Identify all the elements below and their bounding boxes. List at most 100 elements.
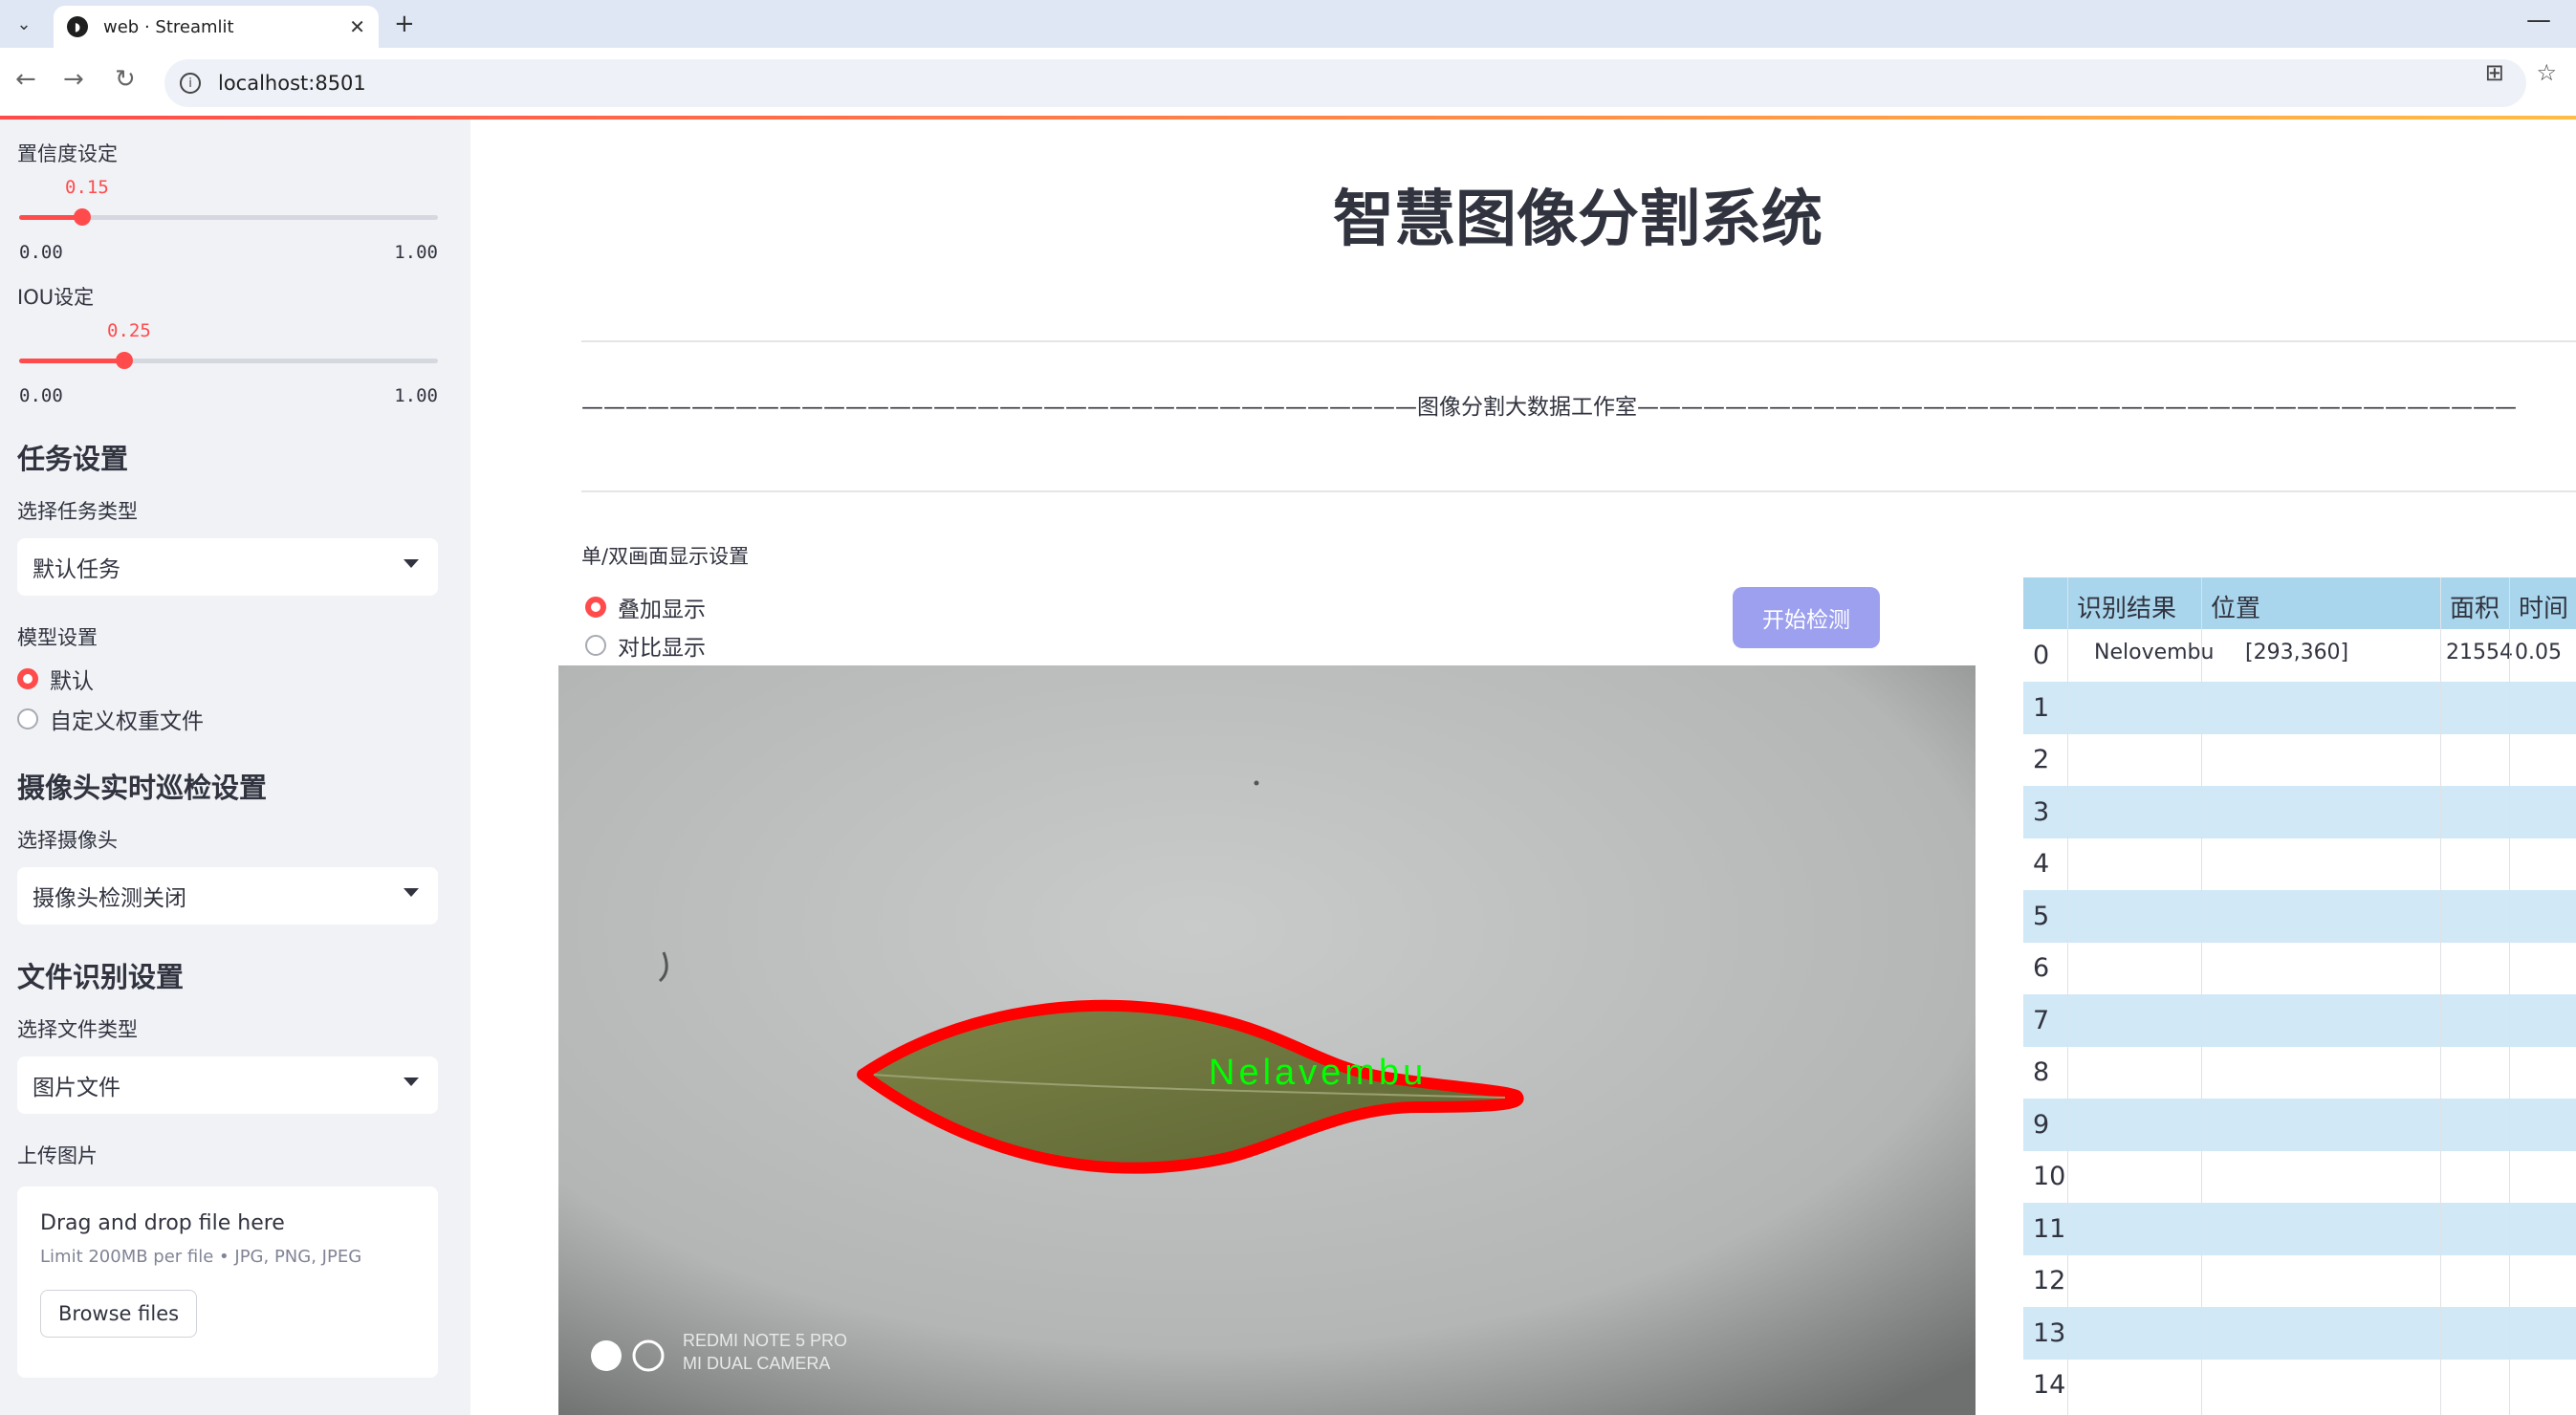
task-type-value: 默认任务 [33,557,120,582]
row-index: 5 [2033,901,2050,931]
row-index: 1 [2033,692,2050,723]
translate-icon[interactable]: ⊞ [2485,59,2504,86]
dropzone-text: Drag and drop file here [40,1211,285,1235]
row-index: 6 [2033,953,2050,983]
divider [581,490,2576,492]
browser-toolbar: ← → ↻ i localhost:8501 ⊞ ☆ [0,48,2576,117]
column-divider [2201,577,2202,1415]
iou-thumb[interactable] [115,352,133,369]
table-header: 识别结果 位置 面积 时间 [2023,577,2576,629]
result-cell: Nelovembu [2094,641,2215,664]
table-row[interactable]: 12 [2023,1254,2576,1307]
column-divider [2067,577,2068,1415]
model-option-default[interactable]: 默认 [17,663,438,695]
row-index: 11 [2033,1213,2066,1244]
model-option-label: 自定义权重文件 [50,709,204,734]
browser-tab[interactable]: ◗ web · Streamlit ✕ [54,6,379,48]
row-index: 12 [2033,1266,2066,1295]
sidebar: 置信度设定 0.15 0.00 1.00 IOU设定 0.25 0.00 1.0… [0,120,470,1415]
iou-track[interactable] [19,352,438,369]
divider [581,340,2576,342]
column-divider [2509,577,2510,1415]
table-row[interactable]: 0 Nelovembu [293,360] 21554 0.05 [2023,629,2576,682]
results-table[interactable]: 识别结果 位置 面积 时间 0 Nelovembu [293,360] 21554 0.… [2023,577,2576,1415]
column-header-area[interactable]: 面积 [2450,589,2500,624]
camera-dot-icon [591,1340,622,1371]
reload-icon[interactable]: ↻ [115,65,136,94]
row-index: 8 [2033,1057,2050,1087]
radio-unselected-icon[interactable] [17,708,38,729]
row-index: 2 [2033,745,2050,774]
segmentation-result-image: Nelavembu REDMI NOTE 5 PRO MI DUAL CAMER… [558,665,1976,1415]
display-option-label: 叠加显示 [618,598,706,622]
start-detection-button[interactable]: 开始检测 [1733,587,1880,648]
radio-unselected-icon[interactable] [585,635,606,656]
column-header-result[interactable]: 识别结果 [2077,589,2176,624]
upload-label: 上传图片 [17,1144,98,1167]
iou-fill [19,359,124,363]
table-row[interactable]: 6 [2023,942,2576,994]
page-title: 智慧图像分割系统 [1333,185,1823,255]
chevron-down-icon [404,888,419,897]
row-index: 13 [2033,1317,2066,1348]
table-row[interactable]: 10 [2023,1150,2576,1203]
column-header-position[interactable]: 位置 [2211,589,2260,624]
row-index: 14 [2033,1370,2066,1400]
browser-tab-bar: ⌄ ◗ web · Streamlit ✕ + — [0,0,2576,48]
row-index: 3 [2033,796,2050,827]
site-info-icon[interactable]: i [180,73,201,94]
table-row[interactable]: 9 [2023,1098,2576,1151]
url-text[interactable]: localhost:8501 [218,72,366,95]
bookmark-star-icon[interactable]: ☆ [2536,59,2557,86]
table-row[interactable]: 1 [2023,681,2576,734]
table-row[interactable]: 4 [2023,838,2576,890]
table-row[interactable]: 13 [2023,1306,2576,1360]
file-select-label: 选择文件类型 [17,1018,138,1041]
back-icon[interactable]: ← [15,65,36,94]
file-heading: 文件识别设置 [17,961,185,993]
new-tab-icon[interactable]: + [394,10,415,38]
file-dropzone[interactable]: Drag and drop file here Limit 200MB per … [17,1186,438,1378]
detection-image: Nelavembu REDMI NOTE 5 PRO MI DUAL CAMER… [558,665,1976,1415]
task-select-label: 选择任务类型 [17,500,138,523]
table-row[interactable]: 11 [2023,1202,2576,1255]
task-heading: 任务设置 [17,443,129,475]
row-index: 9 [2033,1109,2050,1140]
file-type-select[interactable]: 图片文件 [17,1056,438,1114]
table-row[interactable]: 5 [2023,889,2576,943]
close-tab-icon[interactable]: ✕ [349,15,365,38]
browse-files-button[interactable]: Browse files [40,1290,198,1338]
table-row[interactable]: 14 [2023,1359,2576,1411]
task-type-select[interactable]: 默认任务 [17,538,438,596]
dropzone-limit: Limit 200MB per file • JPG, PNG, JPEG [40,1247,362,1267]
time-cell: 0.05 [2515,641,2562,664]
row-index: 7 [2033,1005,2050,1035]
display-option-compare[interactable]: 对比显示 [585,629,706,662]
iou-slider[interactable]: 0.25 0.00 1.00 [17,292,438,406]
row-index: 0 [2033,641,2050,670]
table-row[interactable]: 2 [2023,733,2576,786]
camera-heading: 摄像头实时巡检设置 [17,772,268,804]
camera-select[interactable]: 摄像头检测关闭 [17,867,438,925]
radio-selected-icon[interactable] [17,668,38,689]
display-option-overlay[interactable]: 叠加显示 [585,591,706,623]
table-row[interactable]: 7 [2023,993,2576,1047]
column-header-time[interactable]: 时间 [2519,589,2568,624]
row-index: 10 [2033,1162,2066,1191]
forward-icon[interactable]: → [63,65,84,94]
row-index: 4 [2033,849,2050,879]
minimize-window-icon[interactable]: — [2526,6,2551,34]
address-bar[interactable]: i localhost:8501 [164,59,2526,107]
chevron-down-icon [404,1078,419,1086]
paper-speck [1254,780,1259,786]
model-option-custom[interactable]: 自定义权重文件 [17,703,438,735]
camera-watermark-line2: MI DUAL CAMERA [683,1354,830,1373]
tab-search-icon[interactable]: ⌄ [8,8,40,40]
camera-select-value: 摄像头检测关闭 [33,886,186,911]
display-mode-radio-group: 叠加显示 对比显示 [585,585,706,662]
iou-value: 0.25 [107,320,151,341]
studio-banner: ——————————————————————————————————————图像… [581,395,2517,420]
radio-selected-icon[interactable] [585,597,606,618]
table-row[interactable]: 3 [2023,785,2576,838]
table-row[interactable]: 8 [2023,1046,2576,1099]
